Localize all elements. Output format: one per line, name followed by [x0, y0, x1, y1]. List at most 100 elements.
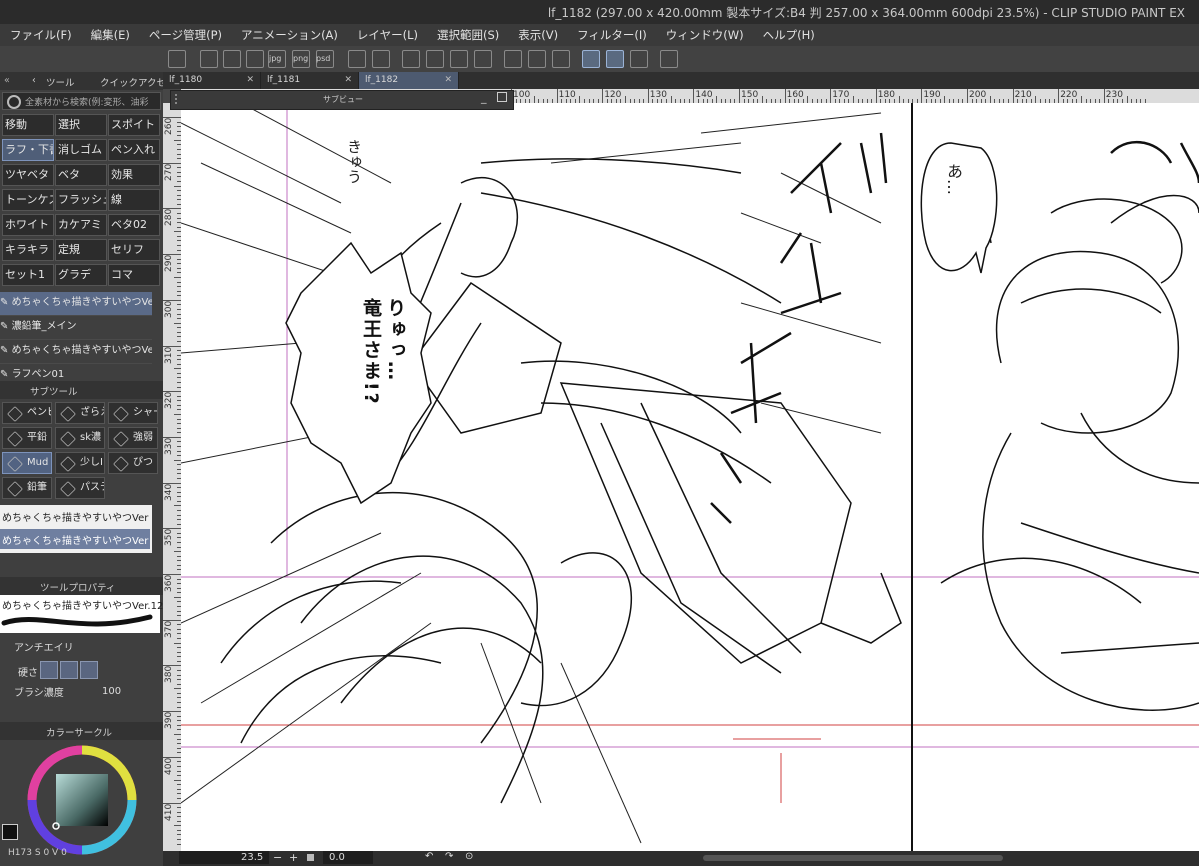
ruler-minor-tick — [533, 96, 535, 103]
quick-access-item[interactable]: 消しゴム — [55, 139, 107, 161]
doc-tab-lf1181[interactable]: lf_1181 ✕ — [261, 72, 359, 89]
hardness-selector[interactable] — [40, 661, 134, 679]
menu-selection[interactable]: 選択範囲(S) — [427, 27, 508, 43]
menu-edit[interactable]: 編集(E) — [81, 27, 139, 43]
drawing-canvas[interactable]: りゅっ… 竜王さま!? きゅう あ… — [181, 103, 1199, 851]
brush-preview-list[interactable]: めちゃくちゃ描きやすいやつVer めちゃくちゃ描きやすいやつVer — [0, 505, 152, 553]
quick-access-item[interactable]: 効果 — [108, 164, 160, 186]
material-search-input[interactable]: 全素材から検索(例:変形、油彩 — [2, 92, 161, 110]
subtool-item[interactable]: sk濃 — [55, 427, 105, 449]
ruler-tick — [1103, 89, 1105, 103]
main-color-swatch[interactable] — [2, 824, 18, 840]
quick-access-item[interactable]: ホワイト — [2, 214, 54, 236]
undo-icon[interactable] — [348, 50, 366, 68]
close-icon[interactable]: ✕ — [344, 72, 352, 89]
tool-property-header: ツールプロパティ — [0, 577, 163, 595]
transform-icon[interactable] — [474, 50, 492, 68]
loading-icon[interactable] — [402, 50, 420, 68]
subtool-item[interactable]: ペンビ — [2, 402, 52, 424]
speed-lines — [181, 103, 882, 844]
zoom-in-icon[interactable]: + — [289, 851, 298, 864]
brush-list-item[interactable]: ✎ めちゃくちゃ描きやすいやつVer12 — [0, 292, 152, 316]
brush-list-item[interactable]: ✎ 濃鉛筆_メイン — [0, 316, 152, 340]
subtool-item[interactable]: 強弱 — [108, 427, 158, 449]
subtool-item[interactable]: 平鉛 — [2, 427, 52, 449]
fit-icon[interactable] — [307, 854, 314, 861]
subtool-item[interactable]: 鉛筆 — [2, 477, 52, 499]
quick-access-item[interactable]: キラキラ — [2, 239, 54, 261]
quick-access-item[interactable]: セリフ — [108, 239, 160, 261]
vertical-ruler: 260 270 280 290 300 310 320 330 340 350 360 370 380 3… — [163, 103, 182, 851]
reset-rotate-icon[interactable]: ⊙ — [465, 851, 473, 862]
save-icon[interactable] — [246, 50, 264, 68]
redo-icon[interactable] — [372, 50, 390, 68]
pen-icon: ✎ — [0, 369, 12, 380]
menu-filter[interactable]: フィルター(I) — [567, 27, 656, 43]
quick-access-item[interactable]: ツヤベタ・書 — [2, 164, 54, 186]
quick-access-item[interactable]: ベタ — [55, 164, 107, 186]
menu-animation[interactable]: アニメーション(A) — [231, 27, 347, 43]
ruler-minor-tick — [1081, 96, 1082, 103]
quick-access-item[interactable]: グラデ — [55, 264, 107, 286]
rotate-left-icon[interactable]: ↶ — [425, 851, 433, 862]
selection-boundary-icon[interactable] — [552, 50, 570, 68]
quick-access-item[interactable]: セット1 — [2, 264, 54, 286]
minimize-icon[interactable]: _ — [481, 91, 487, 104]
menu-help[interactable]: ヘルプ(H) — [753, 27, 824, 43]
quick-access-item[interactable]: ラフ・下書き — [2, 139, 54, 161]
density-value[interactable]: 100 — [102, 686, 121, 697]
zoom-out-icon[interactable]: − — [273, 851, 282, 864]
quick-access-item[interactable]: 線 — [108, 189, 160, 211]
quick-access-item[interactable]: カケアミ — [55, 214, 107, 236]
menu-window[interactable]: ウィンドウ(W) — [656, 27, 753, 43]
snap-grid-icon[interactable] — [630, 50, 648, 68]
drag-handle-icon[interactable] — [175, 94, 185, 104]
new-file-icon[interactable] — [200, 50, 218, 68]
quick-access-item[interactable]: 移動 — [2, 114, 54, 136]
subtool-item[interactable]: シャー — [108, 402, 158, 424]
clear-icon[interactable] — [426, 50, 444, 68]
quick-access-item[interactable]: 選択 — [55, 114, 107, 136]
fill-icon[interactable] — [450, 50, 468, 68]
snap-special-ruler-icon[interactable] — [606, 50, 624, 68]
subtool-item[interactable]: パステ — [55, 477, 105, 499]
invert-selection-icon[interactable] — [528, 50, 546, 68]
quick-access-item[interactable]: ベタ02 — [108, 214, 160, 236]
rotate-right-icon[interactable]: ↷ — [445, 851, 453, 862]
close-icon[interactable]: ✕ — [246, 72, 254, 89]
horizontal-scrollbar[interactable] — [703, 855, 1003, 861]
color-wheel[interactable] — [26, 744, 138, 856]
subtool-item[interactable]: ざらえ — [55, 402, 105, 424]
kyu-text: きゅう — [345, 139, 363, 184]
doc-tab-lf1182[interactable]: lf_1182 ✕ — [359, 72, 459, 89]
menu-view[interactable]: 表示(V) — [508, 27, 567, 43]
quick-access-item[interactable]: トーンケズリ — [2, 189, 54, 211]
clip-studio-learn-icon[interactable] — [660, 50, 678, 68]
open-folder-icon[interactable] — [223, 50, 241, 68]
clip-studio-icon[interactable] — [168, 50, 186, 68]
subtool-item[interactable]: 少しI — [55, 452, 105, 474]
quick-access-item[interactable]: フラッシュ — [55, 189, 107, 211]
doc-tab-lf1180[interactable]: lf_1180 ✕ — [163, 72, 261, 89]
left-panel: « ‹ ツール クイックアクセス 全素材から検索(例:変形、油彩 移動 選択 スポイ… — [0, 72, 176, 866]
brush-list-item[interactable]: ✎ めちゃくちゃ描きやすいやつVer13 — [0, 340, 152, 364]
subtool-item[interactable]: Mud — [2, 452, 52, 474]
quick-access-item[interactable]: スポイト — [108, 114, 160, 136]
quick-access-item[interactable]: 定規 — [55, 239, 107, 261]
brush-icon — [7, 481, 23, 497]
quick-access-item[interactable]: コマ — [108, 264, 160, 286]
ruler-minor-tick — [807, 96, 809, 103]
menu-page[interactable]: ページ管理(P) — [139, 27, 231, 43]
deselect-icon[interactable] — [504, 50, 522, 68]
sub-view-panel[interactable]: サブビュー _ — [170, 90, 514, 110]
maximize-icon[interactable] — [497, 92, 507, 102]
ruler-minor-tick — [174, 688, 181, 690]
menu-file[interactable]: ファイル(F) — [0, 27, 81, 43]
quick-access-item[interactable]: ペン入れ — [108, 139, 160, 161]
close-icon[interactable]: ✕ — [444, 72, 452, 89]
ruler-minor-tick — [761, 96, 763, 103]
subtool-item[interactable]: ぴつ — [108, 452, 158, 474]
tab-tool[interactable]: ツール — [46, 75, 75, 89]
menu-layer[interactable]: レイヤー(L) — [347, 27, 427, 43]
snap-ruler-icon[interactable] — [582, 50, 600, 68]
